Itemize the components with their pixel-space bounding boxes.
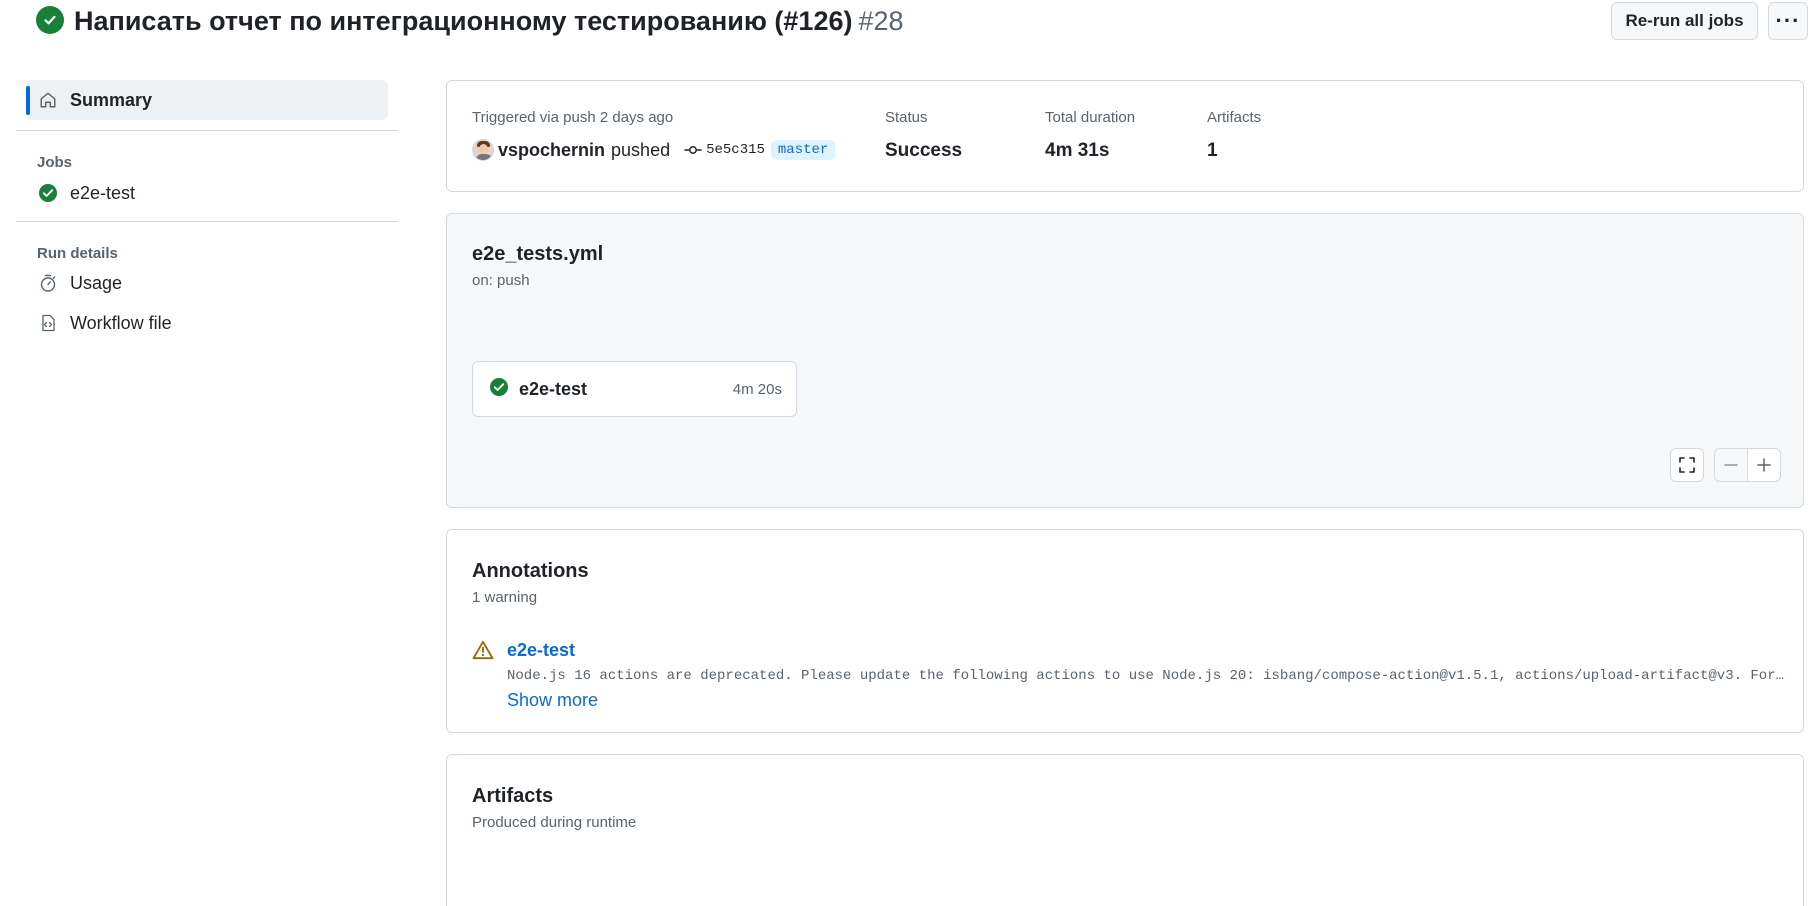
run-title: Написать отчет по интеграционному тестир… <box>74 6 853 36</box>
alert-icon <box>472 640 494 665</box>
status-value: Success <box>885 140 963 161</box>
branch-badge[interactable]: master <box>770 140 836 160</box>
workflow-trigger: on: push <box>472 272 530 289</box>
status-label: Status <box>885 109 928 126</box>
sidebar-item-workflow-file[interactable]: Workflow file <box>26 305 388 341</box>
annotations-card: Annotations 1 warning e2e-test Node.js 1… <box>446 529 1804 733</box>
run-details-heading: Run details <box>37 245 118 262</box>
commit-sha-link[interactable]: 5e5c315 <box>706 142 765 158</box>
screen-full-icon <box>1679 457 1695 473</box>
sidebar-divider <box>16 221 398 222</box>
active-indicator <box>26 86 30 115</box>
stopwatch-icon <box>37 272 59 294</box>
fullscreen-button[interactable] <box>1670 448 1704 482</box>
jobs-heading: Jobs <box>37 154 73 171</box>
sidebar-item-summary[interactable]: Summary <box>26 80 388 120</box>
artifacts-count-link[interactable]: 1 <box>1207 140 1261 162</box>
annotations-title: Annotations <box>472 560 589 582</box>
success-check-icon <box>37 182 59 204</box>
artifacts-subtitle: Produced during runtime <box>472 814 637 831</box>
duration-value: 4m 31s <box>1045 140 1110 161</box>
duration-info: Total duration 4m 31s <box>1045 109 1135 162</box>
workflow-run-page: Написать отчет по интеграционному тестир… <box>0 0 1812 906</box>
sidebar-item-label: Summary <box>70 89 153 110</box>
sidebar-item-label: e2e-test <box>70 182 136 203</box>
push-row: vspochernin pushed 5e5c315 master <box>472 138 836 162</box>
duration-label: Total duration <box>1045 109 1136 126</box>
sidebar-item-label: Workflow file <box>70 312 172 333</box>
page-title: Написать отчет по интеграционному тестир… <box>74 4 904 38</box>
push-action-text: pushed <box>611 139 671 160</box>
success-check-icon <box>489 377 509 402</box>
trigger-label: Triggered via push 2 days ago <box>472 109 674 126</box>
avatar[interactable] <box>472 139 494 161</box>
file-code-icon <box>37 312 59 334</box>
kebab-horizontal-icon: ··· <box>1775 8 1801 33</box>
success-check-icon <box>36 6 64 34</box>
rerun-all-jobs-button[interactable]: Re-run all jobs <box>1611 2 1758 40</box>
annotations-count: 1 warning <box>472 589 538 606</box>
zoom-in-button[interactable] <box>1747 448 1781 482</box>
sidebar-item-e2e-test[interactable]: e2e-test <box>26 175 388 211</box>
run-header: Написать отчет по интеграционному тестир… <box>0 0 1812 50</box>
annotation-job-link[interactable]: e2e-test <box>507 640 575 661</box>
dash-icon <box>1724 464 1738 466</box>
job-duration: 4m 20s <box>732 380 782 398</box>
plus-icon <box>1757 458 1771 472</box>
zoom-out-button[interactable] <box>1714 448 1748 482</box>
artifacts-card: Artifacts Produced during runtime <box>446 754 1804 906</box>
home-icon <box>37 89 59 111</box>
run-number: #28 <box>858 6 904 36</box>
job-node-e2e-test[interactable]: e2e-test 4m 20s <box>472 361 797 417</box>
more-options-button[interactable]: ··· <box>1768 2 1808 40</box>
artifacts-info: Artifacts 1 <box>1207 109 1261 162</box>
sidebar-item-usage[interactable]: Usage <box>26 265 388 301</box>
sidebar-item-label: Usage <box>70 272 123 293</box>
annotation-message: Node.js 16 actions are deprecated. Pleas… <box>507 668 1785 684</box>
git-commit-icon <box>684 143 702 157</box>
status-info: Status Success <box>885 109 962 162</box>
show-more-link[interactable]: Show more <box>507 690 598 711</box>
trigger-info: Triggered via push 2 days ago vspocherni… <box>472 109 836 162</box>
sidebar-divider <box>16 130 398 131</box>
workflow-graph-card: e2e_tests.yml on: push e2e-test 4m 20s <box>446 213 1804 508</box>
artifacts-label: Artifacts <box>1207 109 1262 126</box>
artifacts-title: Artifacts <box>472 785 554 807</box>
actor-link[interactable]: vspochernin <box>498 140 605 161</box>
run-summary-card: Triggered via push 2 days ago vspocherni… <box>446 80 1804 192</box>
workflow-filename: e2e_tests.yml <box>472 243 604 265</box>
job-name: e2e-test <box>519 378 588 399</box>
